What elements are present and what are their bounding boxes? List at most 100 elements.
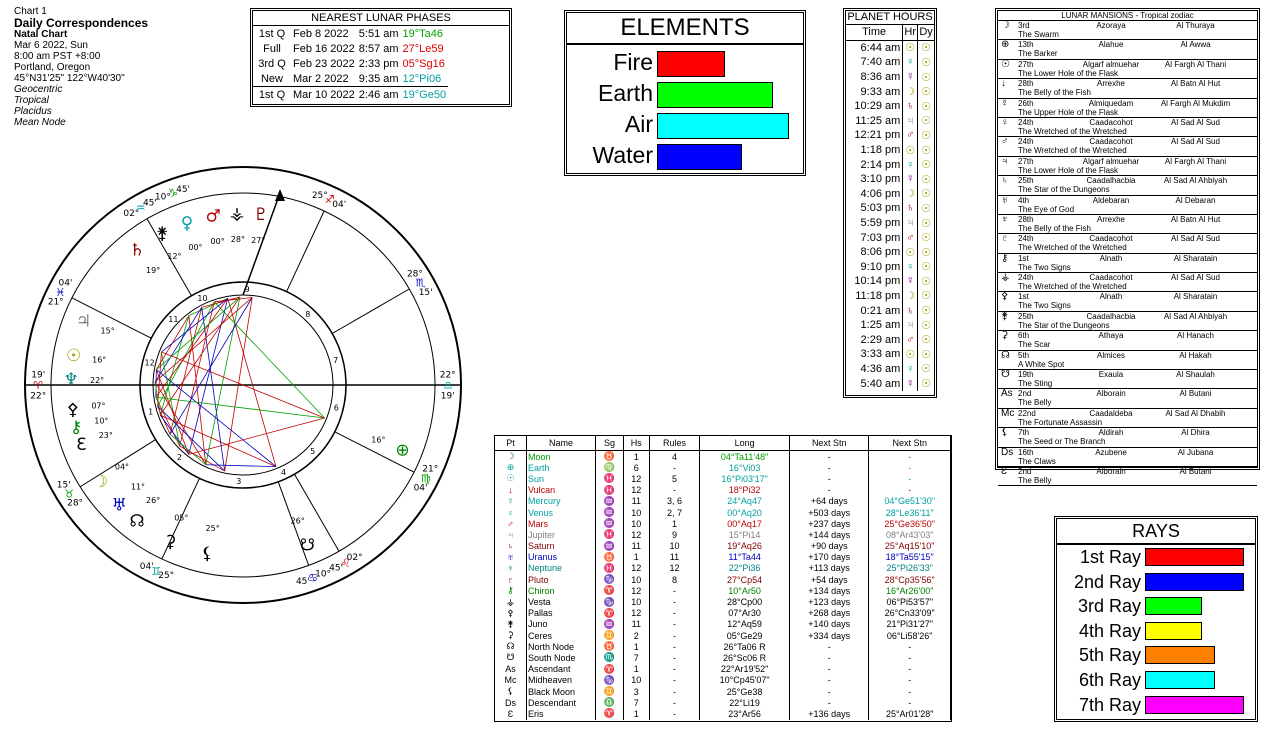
- chart-info: Chart 1 Daily Correspondences Natal Char…: [14, 6, 148, 128]
- planet-row: ☉ Sun ♓ 12 5 16°Pi03'17" - -: [495, 473, 951, 485]
- planet-next-station-days: -: [789, 663, 870, 675]
- planet-house: 3: [623, 685, 650, 698]
- mansion-number: 3rd: [1018, 21, 1030, 30]
- planet-longitude: 23°Ar56: [699, 708, 790, 720]
- planet-glyph-icon: ⚸: [201, 544, 213, 564]
- planet-day-ruler-icon: ☉: [921, 290, 931, 303]
- planet-hour-ruler-icon: ♀: [902, 259, 919, 275]
- planet-glyph-icon: ⊕: [395, 440, 409, 460]
- planets-table-header-cell: Pt: [495, 436, 527, 451]
- lunar-phase-date: Mar 10 2022: [293, 88, 355, 101]
- lunar-mansion-row: ⚶ 24th Caadacohot Al Sad Al Sud The Wretched…: [998, 272, 1257, 293]
- ray-row: 4th Ray: [1057, 619, 1255, 643]
- planet-hour-ruler-icon: ♀: [902, 361, 919, 377]
- planet-hour-time: 9:33 am: [846, 84, 904, 99]
- mansion-arabic-name: Al Hanach: [1177, 331, 1214, 341]
- planet-glyph-icon: ☋: [300, 535, 315, 555]
- lunar-mansion-row: ☉ 27th Algarf almuehar Al Fargh Al Thani The…: [998, 59, 1257, 80]
- planet-sign-icon: ♎: [595, 697, 624, 709]
- planet-house: 7: [623, 652, 650, 664]
- planet-hour-row: 10:14 pm ☿ ☉: [846, 274, 934, 289]
- chart-time: 8:00 am PST +8:00: [14, 51, 101, 62]
- planet-row: Ds Descendant ♎ 7-22°Li19- -: [495, 697, 951, 709]
- planet-icon: Ds: [495, 697, 527, 709]
- cusp-minutes: 04': [58, 279, 72, 289]
- lunar-mansion-row: ♆ 28th Arrexhe Al Batn Al Hut The Belly of t…: [998, 214, 1257, 235]
- ray-row: 2nd Ray: [1057, 570, 1255, 594]
- planet-hour-time: 12:21 pm: [846, 128, 904, 143]
- mansion-name: Alborain: [1096, 466, 1126, 476]
- planet-name: Moon: [526, 450, 597, 463]
- planet-house: 12: [623, 484, 650, 496]
- planet-hour-row: 8:06 pm ☉ ☉: [846, 244, 934, 260]
- lunar-mansions-panel: LUNAR MANSIONS - Tropical zodiac ☽ 3rd Azo…: [995, 8, 1260, 487]
- mansion-arabic-name: Al Jubana: [1177, 447, 1214, 457]
- mansion-name: Caadacohot: [1089, 273, 1133, 283]
- planet-day-ruler-icon: ☉: [921, 348, 931, 361]
- house-cusp-line: [286, 210, 325, 292]
- planet-hour-ruler-icon: ♀: [902, 157, 919, 172]
- chart-setting-4: Mean Node: [14, 117, 66, 128]
- mansion-arabic-name: Al Sad Al Sud: [1171, 137, 1220, 147]
- planet-hour-time: 1:18 pm: [846, 142, 904, 158]
- house-number: 6: [334, 403, 339, 412]
- mansion-planet-icon: ☋: [1001, 369, 1010, 381]
- planet-name: Juno: [526, 618, 597, 630]
- mansion-number: 25th: [1018, 176, 1034, 186]
- lunar-mansion-row: ⊕ 13th Alahue Al Awwa The Barker: [998, 40, 1257, 60]
- planet-next-station-position: 25°Ge36'50": [868, 518, 951, 530]
- mansion-name: Alahue: [1098, 40, 1124, 50]
- planet-hour-ruler-icon: ☿: [902, 274, 919, 289]
- planet-glyph-icon: Ɛ: [76, 435, 86, 455]
- lunar-phase-time: 2:46 am: [358, 88, 399, 101]
- planet-longitude: 22°Pi36: [699, 562, 790, 575]
- planet-house: 11: [623, 618, 650, 630]
- planet-hour-time: 6:44 am: [846, 40, 904, 56]
- mansion-planet-icon: ☿: [1001, 97, 1009, 109]
- planet-day-ruler-icon: ☉: [921, 42, 931, 55]
- planets-table: Pt Name Sg Hs Rules Long Next Stn Next Stn ☽ Moon…: [495, 436, 951, 720]
- planet-house: 12: [623, 607, 650, 619]
- house-number: 5: [310, 447, 315, 456]
- planet-day-ruler-icon: ☉: [921, 334, 931, 347]
- planet-longitude: 24°Aq47: [699, 495, 790, 507]
- chart-setting-2: Tropical: [14, 95, 49, 106]
- planet-hour-row: 6:44 am ☉ ☉: [846, 40, 934, 56]
- mansion-number: 1st: [1018, 253, 1029, 263]
- planet-sign-icon: ♉: [595, 450, 624, 463]
- planet-icon: ⚳: [495, 630, 527, 642]
- planet-glyph-degree: 07°: [91, 401, 105, 410]
- planet-glyph-degree: 25°: [206, 524, 220, 533]
- lunar-phase-row: 1st Q Mar 10 2022 2:46 am 19°Ge50: [253, 86, 449, 103]
- planet-rules: -: [649, 462, 701, 474]
- planet-hour-time: 9:10 pm: [846, 259, 904, 275]
- lunar-phase-date: Feb 23 2022: [293, 57, 355, 70]
- natal-chart-wheel: 22°♈19'28°♉15'25°♊04'10°♋45'02°♌45'21°♍0…: [24, 166, 462, 604]
- mansion-arabic-name: Al Sad Al Dhabih: [1165, 408, 1226, 418]
- planet-row: ☿ Mercury ♒ 11 3, 6 24°Aq47 +64 days 04°Ge51'30…: [495, 495, 951, 507]
- planet-glyph-icon: ⚳: [164, 532, 176, 552]
- planet-glyph-icon: ♆: [63, 370, 78, 390]
- planet-glyph-degree: 26°: [291, 516, 305, 525]
- planet-longitude: 22°Li19: [699, 697, 790, 709]
- planet-next-station-position: -: [868, 652, 951, 664]
- mansion-number: 27th: [1018, 59, 1034, 69]
- planet-sign-icon: ♒: [595, 540, 624, 552]
- planet-row: As Ascendant ♈ 1-22°Ar19'52" - -: [495, 663, 951, 675]
- planet-hour-ruler-icon: ♀: [902, 55, 919, 70]
- mansion-planet-icon: ♃: [1001, 155, 1009, 167]
- mansion-name: Caadacohot: [1089, 137, 1133, 147]
- planet-hour-ruler-icon: ☽: [902, 84, 919, 99]
- planet-next-station-position: 04°Ge51'30": [868, 495, 951, 507]
- ray-label: 3rd Ray: [1077, 596, 1141, 617]
- cusp-minutes: 15': [57, 480, 71, 490]
- planet-house: 11: [623, 495, 650, 507]
- planet-next-station-days: +113 days: [789, 562, 870, 575]
- chart-title: Daily Correspondences: [14, 16, 149, 30]
- lunar-phase-position: 19°Ta46: [402, 27, 444, 40]
- mansion-planet-icon: ⚶: [1001, 272, 1010, 284]
- planet-hour-row: 3:33 am ☉ ☉: [846, 347, 934, 362]
- chart-coords: 45°N31'25" 122°W40'30": [14, 73, 125, 84]
- mansion-meaning: The Wretched of the Wretched: [1018, 126, 1127, 136]
- planet-sign-icon: ♍: [595, 462, 624, 474]
